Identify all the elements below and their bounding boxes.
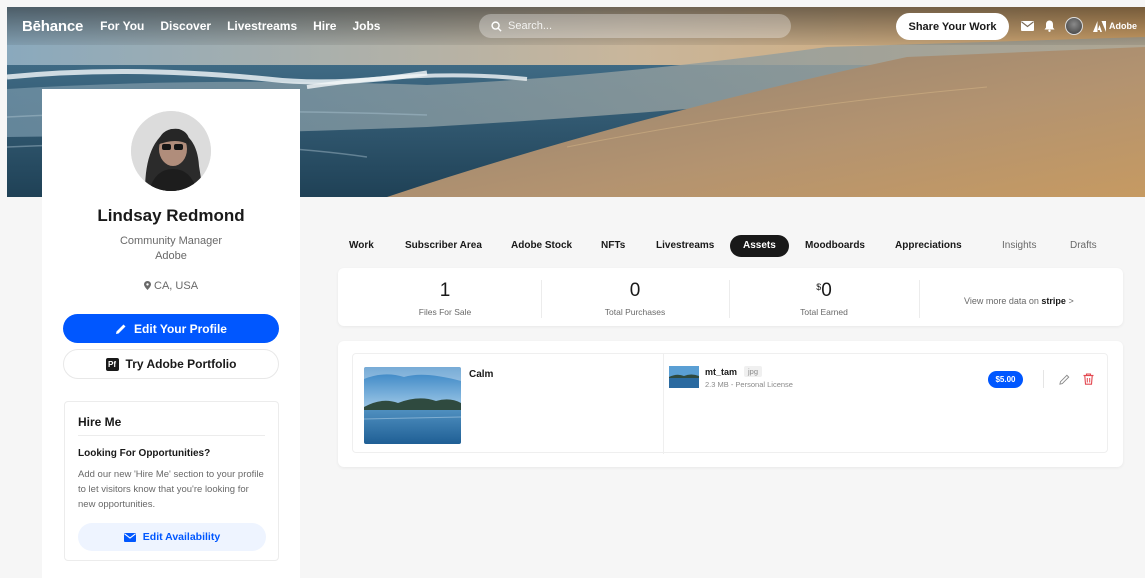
sales-stats: 1 Files For Sale 0 Total Purchases $0 To… <box>338 268 1123 326</box>
stat-divider <box>919 280 920 318</box>
trash-icon <box>1083 373 1093 385</box>
nav-link-jobs[interactable]: Jobs <box>352 19 380 33</box>
pencil-icon <box>116 324 126 334</box>
total-earned-value: $0 <box>729 280 919 302</box>
behance-logo[interactable]: Bēhance <box>22 18 83 35</box>
mail-icon[interactable] <box>1021 21 1034 31</box>
files-for-sale-label: Files For Sale <box>418 307 472 317</box>
hire-me-description: Add our new 'Hire Me' section to your pr… <box>78 469 264 510</box>
asset-row[interactable]: Calm mt_tam jpg 2.3 MB - Personal Licens… <box>352 353 1108 454</box>
adobe-icon <box>1093 20 1106 32</box>
stat-total-purchases: 0 Total Purchases <box>541 268 729 326</box>
files-for-sale-value: 1 <box>439 280 451 301</box>
edit-asset-button[interactable] <box>1057 372 1071 386</box>
earned-amount: 0 <box>821 280 832 301</box>
edit-availability-button[interactable]: Edit Availability <box>78 523 266 551</box>
assets-panel: Calm mt_tam jpg 2.3 MB - Personal Licens… <box>338 341 1123 467</box>
file-extension-badge: jpg <box>744 366 763 377</box>
stat-files-for-sale: 1 Files For Sale <box>350 268 540 326</box>
nav-icons: Adobe <box>1021 17 1145 35</box>
nav-link-discover[interactable]: Discover <box>160 19 211 33</box>
share-your-work-button[interactable]: Share Your Work <box>896 13 1009 40</box>
profile-tabs: Work Subscriber Area Adobe Stock NFTs Li… <box>338 235 1118 257</box>
file-thumbnail <box>669 366 699 388</box>
stripe-prefix: View more data on <box>964 296 1039 306</box>
pencil-icon <box>1058 374 1069 385</box>
search-input[interactable]: Search... <box>479 14 791 38</box>
profile-location: CA, USA <box>42 280 300 292</box>
profile-name: Lindsay Redmond <box>97 206 245 225</box>
row-divider <box>663 354 664 454</box>
delete-asset-button[interactable] <box>1081 372 1095 386</box>
mail-icon <box>123 532 136 542</box>
stat-total-earned: $0 Total Earned <box>729 268 919 326</box>
stripe-brand: stripe <box>1041 296 1066 306</box>
search-icon <box>491 20 502 32</box>
profile-avatar <box>131 111 211 191</box>
tab-drafts[interactable]: Drafts <box>1070 235 1097 257</box>
location-text: CA, USA <box>154 280 199 292</box>
profile-photo <box>131 111 211 191</box>
tab-insights[interactable]: Insights <box>1002 235 1036 257</box>
tab-nfts[interactable]: NFTs <box>601 235 625 257</box>
action-divider <box>1043 370 1044 388</box>
lake-thumbnail-image <box>364 367 461 444</box>
tab-moodboards[interactable]: Moodboards <box>805 235 865 257</box>
user-avatar-icon[interactable] <box>1065 17 1083 35</box>
edit-profile-button[interactable]: Edit Your Profile <box>63 314 279 343</box>
bell-icon[interactable] <box>1044 20 1055 32</box>
hire-me-title: Hire Me <box>78 415 122 429</box>
tab-adobe-stock[interactable]: Adobe Stock <box>511 235 572 257</box>
try-adobe-portfolio-button[interactable]: Pf Try Adobe Portfolio <box>63 349 279 379</box>
view-stripe-data-link[interactable]: View more data on stripe > <box>964 296 1074 306</box>
hire-divider <box>78 435 265 436</box>
asset-thumbnail[interactable] <box>364 367 461 444</box>
tab-subscriber-area[interactable]: Subscriber Area <box>405 235 482 257</box>
file-name: mt_tam <box>705 367 738 377</box>
nav-link-livestreams[interactable]: Livestreams <box>227 19 297 33</box>
asset-title: Calm <box>469 369 494 380</box>
chevron-right-icon: > <box>1068 296 1074 306</box>
search-placeholder: Search... <box>508 20 553 32</box>
edit-profile-label: Edit Your Profile <box>134 321 227 336</box>
file-meta: 2.3 MB - Personal License <box>705 380 793 389</box>
profile-role: Community Manager <box>119 235 223 247</box>
tab-livestreams[interactable]: Livestreams <box>656 235 714 257</box>
total-earned-label: Total Earned <box>800 307 848 317</box>
adobe-logo[interactable]: Adobe <box>1093 20 1137 32</box>
tab-appreciations[interactable]: Appreciations <box>895 235 962 257</box>
total-purchases-label: Total Purchases <box>604 307 666 317</box>
try-portfolio-label: Try Adobe Portfolio <box>125 357 237 371</box>
hire-me-section: Hire Me Looking For Opportunities? Add o… <box>64 401 279 561</box>
total-purchases-value: 0 <box>629 280 641 301</box>
price-badge[interactable]: $5.00 <box>988 371 1023 388</box>
top-navigation: Bēhance For You Discover Livestreams Hir… <box>7 7 1145 45</box>
file-thumbnail-image <box>669 366 699 388</box>
location-pin-icon <box>143 281 151 290</box>
nav-links: For You Discover Livestreams Hire Jobs <box>100 19 396 33</box>
hire-me-subtitle: Looking For Opportunities? <box>78 448 211 459</box>
tab-work[interactable]: Work <box>349 235 374 257</box>
currency-symbol: $ <box>816 282 822 292</box>
nav-link-hire[interactable]: Hire <box>313 19 336 33</box>
edit-availability-label: Edit Availability <box>142 531 221 543</box>
profile-company: Adobe <box>155 250 187 262</box>
tab-assets[interactable]: Assets <box>730 235 789 257</box>
adobe-portfolio-icon: Pf <box>105 357 119 371</box>
profile-card: Lindsay Redmond Community Manager Adobe … <box>42 89 300 578</box>
nav-link-for-you[interactable]: For You <box>100 19 144 33</box>
adobe-label: Adobe <box>1109 21 1137 31</box>
